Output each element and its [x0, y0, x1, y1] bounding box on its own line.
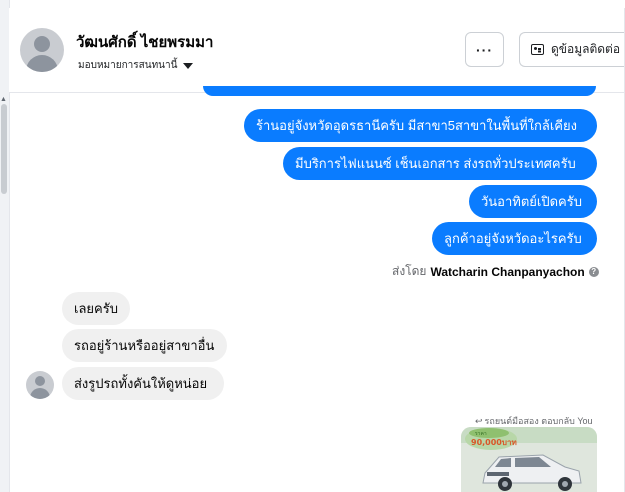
message-bubble-outgoing[interactable]: ลูกค้าอยู่จังหวัดอะไรครับ	[432, 222, 597, 255]
contact-name[interactable]: วัฒนศักดิ์ ไชยพรมมา	[76, 30, 213, 54]
sender-avatar[interactable]	[26, 371, 54, 399]
scroll-up-arrow-icon[interactable]: ▲	[0, 96, 7, 103]
reply-arrow-icon: ↩	[475, 415, 483, 426]
reply-note: ↩ รถยนต์มือสอง ตอบกลับ You	[475, 414, 593, 428]
message-text: วันอาทิตย์เปิดครับ	[481, 194, 582, 209]
caret-down-icon	[183, 62, 194, 69]
contact-avatar[interactable]	[20, 28, 64, 72]
photo-price-amount: 90,000บาท	[471, 438, 517, 447]
question-icon[interactable]: ?	[588, 266, 599, 277]
reply-note-text: รถยนต์มือสอง ตอบกลับ You	[484, 416, 593, 426]
car-photo-attachment[interactable]: ราคา 90,000บาท	[461, 427, 597, 492]
scrollbar-thumb[interactable]	[1, 104, 7, 194]
view-contact-info-label: ดูข้อมูลติดต่อ	[551, 42, 621, 56]
message-bubble-outgoing[interactable]: มีบริการไฟแนนซ์ เช็นเอกสาร ส่งรถทั่วประเ…	[283, 147, 597, 180]
contact-card-icon	[531, 44, 544, 55]
car-photo-icon: ราคา 90,000บาท	[461, 427, 597, 492]
message-text: ร้านอยู่จังหวัดอุดรธานีครับ มีสาขา5สาขาใ…	[256, 118, 577, 133]
message-text: มีบริการไฟแนนซ์ เช็นเอกสาร ส่งรถทั่วประเ…	[295, 156, 576, 171]
photo-price-label: ราคา	[475, 431, 487, 437]
sent-by-line: ส่งโดย Watcharin Chanpanyachon ?	[392, 262, 599, 281]
conversation-header: วัฒนศักดิ์ ไชยพรมมา มอบหมายการสนทนานี้ ·…	[9, 8, 625, 93]
message-text: ลูกค้าอยู่จังหวัดอะไรครับ	[444, 231, 582, 246]
message-bubble-incoming[interactable]: ส่งรูปรถทั้งคันให้ดูหน่อย	[62, 367, 224, 400]
message-bubble-incoming[interactable]: รถอยู่ร้านหรืออยู่สาขาอื่น	[62, 329, 227, 362]
message-text: รถอยู่ร้านหรืออยู่สาขาอื่น	[74, 338, 215, 353]
sent-by-prefix: ส่งโดย	[392, 264, 427, 278]
assign-label: มอบหมายการสนทนานี้	[78, 60, 178, 71]
view-contact-info-button[interactable]: ดูข้อมูลติดต่อ	[519, 32, 625, 67]
message-bubble-outgoing-partial[interactable]	[203, 86, 596, 96]
message-bubble-outgoing[interactable]: วันอาทิตย์เปิดครับ	[469, 185, 597, 218]
message-text: ส่งรูปรถทั้งคันให้ดูหน่อย	[74, 376, 208, 391]
sender-name[interactable]: Watcharin Chanpanyachon	[430, 265, 584, 279]
ellipsis-icon: ···	[476, 41, 493, 58]
more-options-button[interactable]: ···	[465, 32, 504, 67]
assign-conversation-dropdown[interactable]: มอบหมายการสนทนานี้	[78, 58, 194, 73]
message-bubble-incoming[interactable]: เลยครับ	[62, 292, 130, 325]
message-bubble-outgoing[interactable]: ร้านอยู่จังหวัดอุดรธานีครับ มีสาขา5สาขาใ…	[244, 109, 597, 142]
message-text: เลยครับ	[74, 301, 118, 316]
